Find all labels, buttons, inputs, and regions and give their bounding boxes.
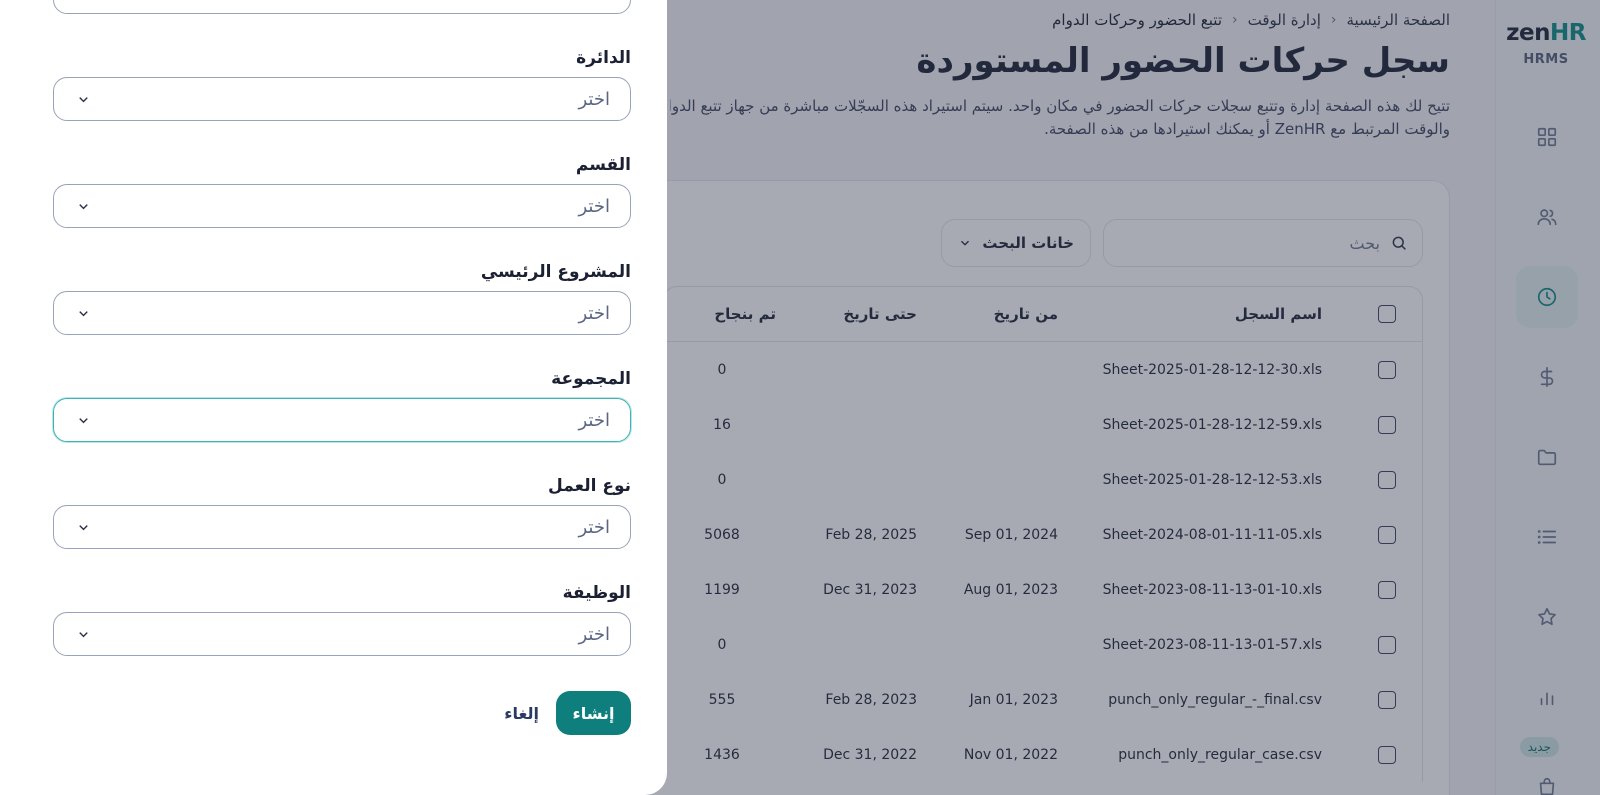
filter-drawer: الدائرة اختر القسم اختر المشروع الرئيسي اختر ا… [0,0,667,795]
cancel-button[interactable]: إلغاء [504,691,539,735]
select-placeholder: اختر [578,195,611,217]
chevron-down-icon [79,631,88,637]
field-label: المشروع الرئيسي [480,262,631,282]
select-field[interactable]: اختر [53,184,631,228]
chevron-down-icon [79,417,88,423]
select-placeholder: اختر [578,623,611,645]
field-label: الوظيفة [562,583,631,603]
select-field[interactable]: اختر [53,398,631,442]
field-label: نوع العمل [548,476,631,496]
select-field[interactable]: اختر [53,77,631,121]
field-label: القسم [575,155,631,175]
select-placeholder: اختر [578,409,611,431]
select-field[interactable]: اختر [53,291,631,335]
chevron-down-icon [79,203,88,209]
select-placeholder: اختر [578,516,611,538]
select-placeholder: اختر [578,302,611,324]
chevron-down-icon [79,310,88,316]
chevron-down-icon [79,524,88,530]
create-button[interactable]: إنشاء [556,691,631,735]
select-field[interactable]: اختر [53,612,631,656]
field-label: الدائرة [576,48,631,68]
chevron-down-icon [79,96,88,102]
select-field[interactable]: اختر [53,505,631,549]
field-label: المجموعة [551,369,631,389]
select-field-partial[interactable] [53,0,631,14]
select-placeholder: اختر [578,88,611,110]
